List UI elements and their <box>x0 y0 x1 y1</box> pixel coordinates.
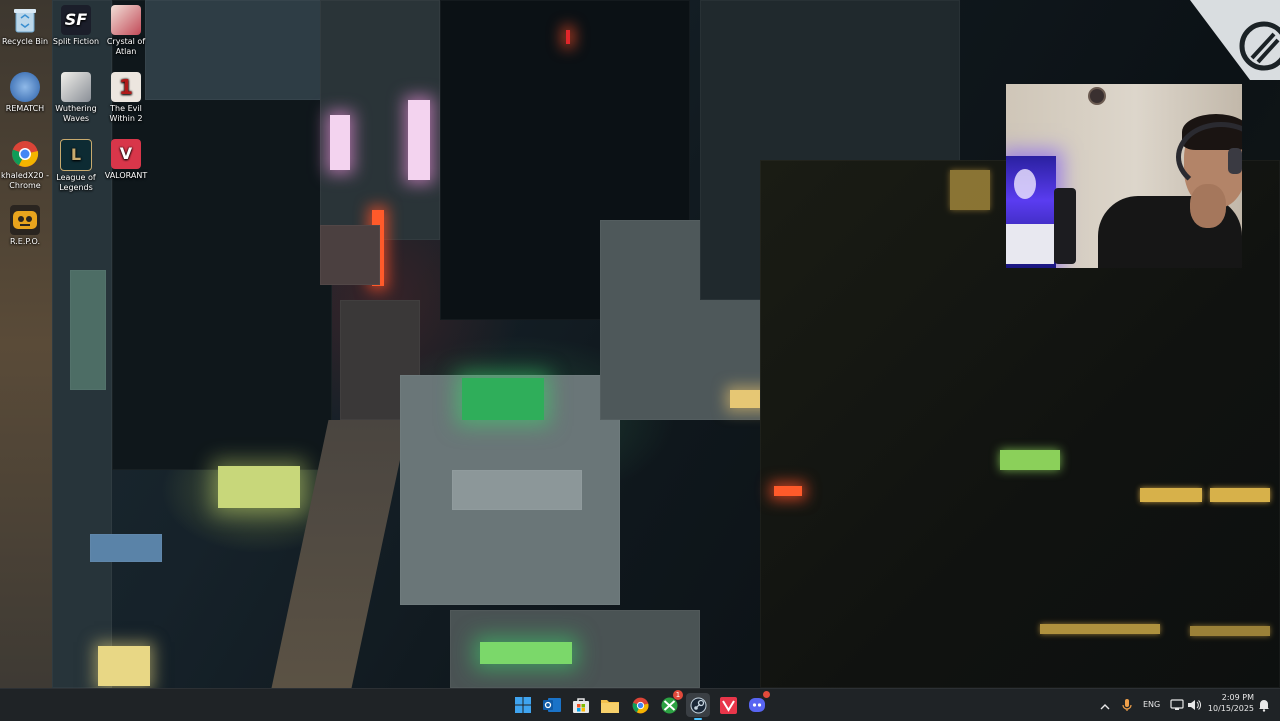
watermark-logo <box>1170 0 1280 80</box>
desktop-icon-label: khaledX20 - Chrome <box>1 171 49 190</box>
rematch-icon <box>10 72 40 102</box>
clock-date: 10/15/2025 <box>1207 704 1254 713</box>
crystal-of-atlan-icon <box>111 5 141 35</box>
desktop-icon-rematch[interactable]: REMATCH <box>1 72 49 114</box>
evil-within-2-icon: 1 <box>111 72 141 102</box>
league-of-legends-icon: L <box>60 139 92 171</box>
store-button[interactable] <box>569 693 593 717</box>
chrome-button[interactable] <box>628 693 652 717</box>
network-icon <box>1170 699 1184 710</box>
desktop-icon-label: Crystal of Atlan <box>106 37 146 56</box>
valorant-button[interactable] <box>716 693 740 717</box>
microphone-icon <box>1122 699 1132 711</box>
microsoft-store-icon <box>573 698 589 713</box>
taskbar: 1 ENG 2:09 PM 10/15/2025 <box>0 688 1280 721</box>
valorant-icon <box>719 696 737 714</box>
desktop-icon-recycle-bin[interactable]: Recycle Bin <box>1 5 49 47</box>
clock-time: 2:09 PM <box>1221 693 1254 702</box>
chrome-icon <box>632 697 648 713</box>
desktop-icon-label: Recycle Bin <box>1 37 49 46</box>
chevron-up-icon <box>1100 704 1110 710</box>
split-fiction-icon: SF <box>61 5 91 35</box>
desktop-icon-evil-within-2[interactable]: 1 The Evil Within 2 <box>102 72 150 124</box>
windows-start-icon <box>515 697 531 713</box>
desktop-icon-chrome[interactable]: khaledX20 - Chrome <box>1 139 49 191</box>
notification-center-button[interactable] <box>1258 697 1270 712</box>
volume-tray-button[interactable] <box>1187 697 1201 711</box>
discord-button[interactable] <box>745 691 770 717</box>
bell-icon <box>1259 700 1269 712</box>
notification-badge: 1 <box>673 690 683 700</box>
steam-button[interactable] <box>686 693 710 720</box>
wuthering-waves-icon <box>61 72 91 102</box>
desktop-icon-label: League of Legends <box>56 173 96 192</box>
desktop-icon-label: REMATCH <box>5 104 45 113</box>
desktop-icon-label: VALORANT <box>104 171 148 180</box>
steam-icon <box>690 697 706 713</box>
desktop-icon-label: Split Fiction <box>52 37 100 46</box>
notification-badge <box>763 691 770 698</box>
file-explorer-button[interactable] <box>598 693 622 717</box>
desktop-icon-wuthering-waves[interactable]: Wuthering Waves <box>52 72 100 124</box>
network-tray-button[interactable] <box>1170 697 1184 711</box>
start-button[interactable] <box>511 693 535 717</box>
desktop-icon-label: Wuthering Waves <box>55 104 97 123</box>
desktop-icon-crystal-of-atlan[interactable]: Crystal of Atlan <box>102 5 150 57</box>
desktop-icon-league-of-legends[interactable]: L League of Legends <box>52 139 100 193</box>
valorant-icon: V <box>111 139 141 169</box>
repo-icon <box>10 205 40 235</box>
language-indicator[interactable]: ENG <box>1143 700 1160 709</box>
outlook-button[interactable] <box>540 693 564 717</box>
outlook-icon <box>543 698 561 712</box>
folder-icon <box>601 699 619 713</box>
discord-icon <box>749 698 765 712</box>
desktop-icon-valorant[interactable]: V VALORANT <box>102 139 150 181</box>
desktop-icon-label: R.E.P.O. <box>9 237 41 246</box>
show-hidden-icons-button[interactable] <box>1099 698 1111 710</box>
speaker-icon <box>1188 700 1201 710</box>
desktop-icon-repo[interactable]: R.E.P.O. <box>1 205 49 247</box>
clock-button[interactable]: 2:09 PM 10/15/2025 <box>1206 692 1254 718</box>
desktop-icon-label: The Evil Within 2 <box>109 104 143 123</box>
webcam-overlay <box>1006 84 1242 268</box>
chrome-icon <box>10 139 40 169</box>
recycle-bin-icon <box>10 5 40 35</box>
microphone-tray-button[interactable] <box>1121 697 1133 711</box>
xbox-button[interactable]: 1 <box>657 690 683 717</box>
desktop-icon-split-fiction[interactable]: SF Split Fiction <box>52 5 100 47</box>
